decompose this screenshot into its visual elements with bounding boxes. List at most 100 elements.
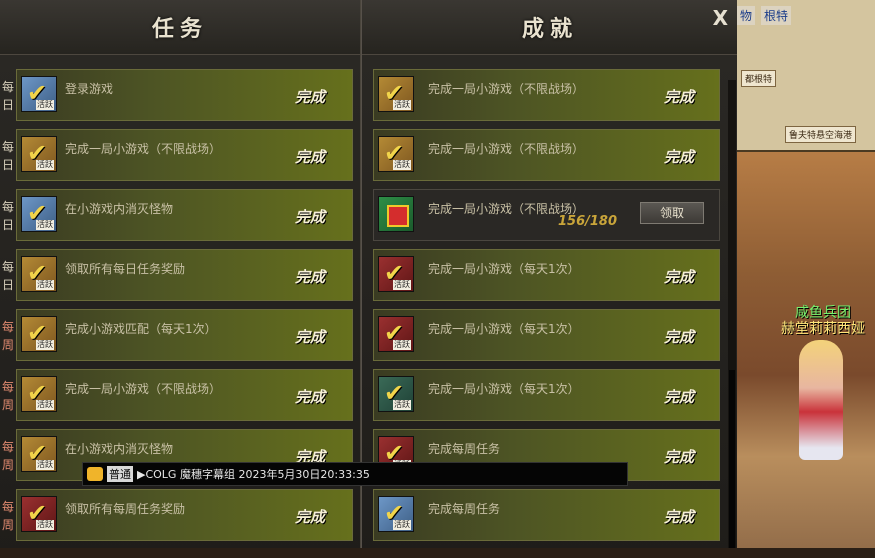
achievement-row[interactable]: ✔活跃完成每周任务 完成 — [373, 489, 720, 541]
task-status: 完成 — [295, 268, 326, 286]
task-frequency: 每周 — [1, 500, 14, 532]
task-status: 完成 — [295, 388, 326, 406]
claim-button[interactable]: 领取 — [640, 202, 704, 224]
player-character[interactable] — [799, 340, 843, 460]
task-icon: ✔活跃 — [378, 256, 414, 292]
achievement-name: 完成每周任务 — [428, 442, 501, 456]
task-frequency: 每日 — [1, 200, 14, 232]
achievement-status: 完成 — [664, 448, 695, 466]
task-frequency: 每日 — [1, 140, 14, 172]
npc-name: 赫堂莉莉西娅 — [781, 321, 865, 337]
icon-badge: 活跃 — [36, 340, 54, 350]
task-icon: ✔活跃 — [21, 196, 57, 232]
achievement-status: 完成 — [664, 148, 695, 166]
achievement-status: 完成 — [664, 508, 695, 526]
task-name: 在小游戏内消灭怪物 — [65, 442, 174, 456]
icon-badge: 活跃 — [36, 280, 54, 290]
task-name: 领取所有每周任务奖励 — [65, 502, 186, 516]
town-scene: 咸鱼兵团 赫堂莉莉西娅 — [737, 152, 875, 558]
scrollbar[interactable] — [728, 80, 736, 550]
task-row[interactable]: 每周 ✔ 活跃 完成小游戏匹配（每天1次） 完成 — [2, 309, 353, 361]
task-name: 完成小游戏匹配（每天1次） — [65, 322, 217, 336]
task-frequency: 每周 — [1, 320, 14, 352]
task-icon: ✔活跃 — [378, 316, 414, 352]
task-icon: ✔活跃 — [21, 316, 57, 352]
task-icon: ✔活跃 — [21, 76, 57, 112]
task-row[interactable]: 每周 ✔ 活跃 领取所有每周任务奖励 完成 — [2, 489, 353, 541]
chat-message: ▶COLG 魔穗字幕组 2023年5月30日20:33:35 — [137, 468, 370, 481]
icon-badge: 活跃 — [393, 100, 411, 110]
achievement-status: 完成 — [664, 328, 695, 346]
task-icon: ✔活跃 — [378, 496, 414, 532]
icon-badge: 活跃 — [36, 520, 54, 530]
task-icon: ✔活跃 — [378, 136, 414, 172]
icon-badge: 活跃 — [36, 100, 54, 110]
chat-message-bar: 普通 ▶COLG 魔穗字幕组 2023年5月30日20:33:35 — [82, 462, 628, 486]
task-name: 在小游戏内消灭怪物 — [65, 202, 174, 216]
achievement-row[interactable]: ✔ 活跃 完成一局小游戏（不限战场） 完成 — [373, 129, 720, 181]
close-button[interactable]: X — [713, 6, 728, 30]
achievement-name: 完成一局小游戏（每天1次） — [428, 262, 580, 276]
minimap[interactable]: 物 根特 都根特 鲁夫特悬空海港 — [737, 0, 875, 152]
task-status: 完成 — [295, 328, 326, 346]
task-name: 领取所有每日任务奖励 — [65, 262, 186, 276]
achievement-row[interactable]: ✔ 活跃 完成一局小游戏（每天1次） 完成 — [373, 249, 720, 301]
icon-badge: 活跃 — [36, 160, 54, 170]
tasks-title: 任务 — [151, 17, 208, 42]
achievement-name: 完成每周任务 — [428, 502, 501, 516]
task-status: 完成 — [295, 88, 326, 106]
bottom-bar — [0, 548, 875, 558]
icon-badge: 活跃 — [36, 400, 54, 410]
scroll-thumb[interactable] — [729, 370, 735, 550]
achievement-progress: 156/180 — [558, 214, 618, 229]
achievement-row[interactable]: ✔ 活跃 完成一局小游戏（每天1次） 完成 — [373, 309, 720, 361]
achievement-status: 完成 — [664, 388, 695, 406]
achievement-status: 完成 — [664, 268, 695, 286]
task-icon: ✔活跃 — [21, 256, 57, 292]
task-icon — [378, 196, 414, 232]
task-name: 完成一局小游戏（不限战场） — [65, 142, 222, 156]
chat-channel[interactable]: 普通 — [107, 466, 133, 482]
achievement-row[interactable]: ✔ 活跃 完成一局小游戏（每天1次） 完成 — [373, 369, 720, 421]
achievement-name: 完成一局小游戏（不限战场） — [428, 142, 585, 156]
achievement-row[interactable]: 完成一局小游戏（不限战场） 156/180 领取 — [373, 189, 720, 241]
task-row[interactable]: 每周 ✔ 活跃 完成一局小游戏（不限战场） 完成 — [2, 369, 353, 421]
task-status: 完成 — [295, 208, 326, 226]
map-location-label: 都根特 — [741, 70, 777, 87]
tasks-header: 任务 — [0, 0, 360, 55]
icon-badge: 活跃 — [393, 280, 411, 290]
icon-badge: 活跃 — [36, 460, 54, 470]
task-frequency: 每周 — [1, 380, 14, 412]
icon-badge: 活跃 — [36, 220, 54, 230]
achievements-title: 成就 — [521, 17, 578, 42]
task-status: 完成 — [295, 148, 326, 166]
task-icon: ✔活跃 — [21, 136, 57, 172]
task-icon: ✔活跃 — [378, 376, 414, 412]
gift-icon — [387, 205, 409, 227]
task-icon: ✔活跃 — [378, 76, 414, 112]
achievement-name: 完成一局小游戏（不限战场） — [428, 82, 585, 96]
task-frequency: 每周 — [1, 440, 14, 472]
achievement-name: 完成一局小游戏（每天1次） — [428, 382, 580, 396]
map-location-label: 鲁夫特悬空海港 — [785, 126, 857, 143]
icon-badge: 活跃 — [393, 400, 411, 410]
task-row[interactable]: 每日 ✔ 活跃 登录游戏 完成 — [2, 69, 353, 121]
task-row[interactable]: 每日 ✔ 活跃 在小游戏内消灭怪物 完成 — [2, 189, 353, 241]
achievement-status: 完成 — [664, 88, 695, 106]
task-icon: ✔活跃 — [21, 436, 57, 472]
icon-badge: 活跃 — [393, 160, 411, 170]
minimap-tab[interactable]: 根特 — [761, 6, 792, 25]
task-row[interactable]: 每日 ✔ 活跃 领取所有每日任务奖励 完成 — [2, 249, 353, 301]
achievement-row[interactable]: ✔ 活跃 完成一局小游戏（不限战场） 完成 — [373, 69, 720, 121]
task-frequency: 每日 — [1, 80, 14, 112]
task-icon: ✔活跃 — [21, 496, 57, 532]
minimap-tab[interactable]: 物 — [737, 6, 756, 25]
task-frequency: 每日 — [1, 260, 14, 292]
task-icon: ✔活跃 — [21, 376, 57, 412]
icon-badge: 活跃 — [393, 520, 411, 530]
task-status: 完成 — [295, 508, 326, 526]
task-row[interactable]: 每日 ✔ 活跃 完成一局小游戏（不限战场） 完成 — [2, 129, 353, 181]
achievement-name: 完成一局小游戏（每天1次） — [428, 322, 580, 336]
task-name: 登录游戏 — [65, 82, 114, 96]
chat-emoji-icon — [87, 467, 103, 481]
